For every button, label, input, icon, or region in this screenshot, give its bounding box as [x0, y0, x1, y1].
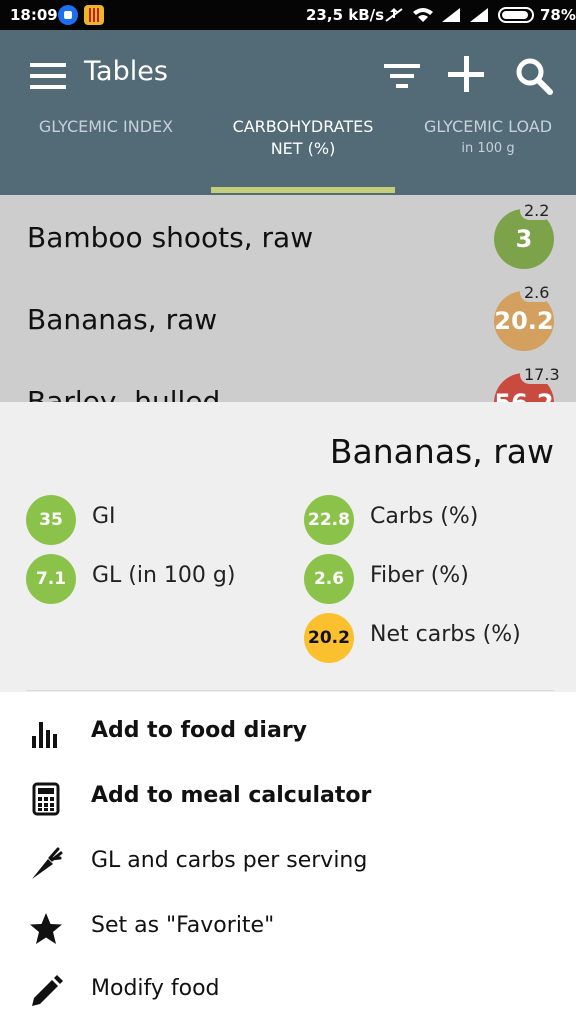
fiber-badge: 2.6: [304, 554, 354, 604]
carrot-icon: [32, 847, 63, 879]
fiber-value: 2.6: [520, 283, 554, 302]
menu-label: Modify food: [91, 976, 220, 1001]
modify-food-item[interactable]: Modify food: [0, 958, 576, 1022]
gi-badge: 35: [26, 495, 76, 545]
wifi-icon: [413, 8, 433, 22]
add-icon[interactable]: [448, 56, 484, 92]
fiber-label: Fiber (%): [370, 563, 469, 588]
tab-carbohydrates-net[interactable]: CARBOHYDRATES NET (%): [211, 116, 395, 160]
food-name: Bananas, raw: [27, 303, 218, 336]
pencil-icon: [32, 975, 63, 1006]
list-item[interactable]: Bamboo shoots, raw 3 2.2: [0, 195, 576, 277]
page-title: Tables: [84, 56, 168, 87]
menu-label: Set as "Favorite": [91, 913, 275, 938]
gl-badge: 7.1: [26, 554, 76, 604]
signal-icon-2: [470, 8, 488, 22]
food-name: Bamboo shoots, raw: [27, 221, 314, 254]
divider: [26, 690, 554, 691]
tab-sublabel: in 100 g: [461, 141, 515, 156]
food-detail-title: Bananas, raw: [329, 432, 554, 471]
menu-label: Add to food diary: [91, 718, 308, 743]
fiber-value: 2.2: [520, 201, 554, 220]
food-detail-sheet: Bananas, raw 35 GI 7.1 GL (in 100 g) 22.…: [0, 402, 576, 692]
menu-label: Add to meal calculator: [91, 783, 372, 808]
network-speed: 23,5 kB/s: [306, 6, 385, 24]
carbs-label: Carbs (%): [370, 504, 479, 529]
list-item[interactable]: Bananas, raw 20.2 2.6: [0, 277, 576, 359]
battery-percent: 78%: [540, 6, 576, 24]
net-carbs-label: Net carbs (%): [370, 622, 521, 647]
status-bar: 18:09 23,5 kB/s 78%: [0, 0, 576, 30]
add-to-food-diary-item[interactable]: Add to food diary: [0, 700, 576, 764]
bar-chart-icon: [32, 722, 57, 748]
hamburger-menu-icon[interactable]: [30, 63, 66, 89]
carbs-badge: 22.8: [304, 495, 354, 545]
gi-label: GI: [92, 504, 116, 529]
notification-app-icon-2: [84, 5, 104, 25]
tab-glycemic-index[interactable]: GLYCEMIC INDEX: [20, 116, 192, 138]
fiber-value: 17.3: [520, 365, 564, 384]
add-to-meal-calculator-item[interactable]: Add to meal calculator: [0, 765, 576, 829]
tab-indicator: [211, 187, 395, 193]
tab-label: GLYCEMIC LOAD: [423, 117, 553, 136]
battery-icon: [498, 7, 534, 23]
list-item[interactable]: Barley, hulled 56.2 17.3: [0, 359, 576, 403]
tab-sublabel: NET (%): [270, 139, 336, 158]
tab-glycemic-load[interactable]: GLYCEMIC LOAD in 100 g: [406, 116, 570, 160]
sync-icon: [385, 8, 403, 22]
food-list: Bamboo shoots, raw 3 2.2 Bananas, raw 20…: [0, 195, 576, 403]
gl-label: GL (in 100 g): [92, 563, 236, 588]
gl-carbs-per-serving-item[interactable]: GL and carbs per serving: [0, 830, 576, 894]
net-carbs-badge: 20.2: [304, 613, 354, 663]
signal-icon: [442, 8, 460, 22]
star-icon: [30, 913, 62, 944]
set-favorite-item[interactable]: Set as "Favorite": [0, 895, 576, 959]
menu-label: GL and carbs per serving: [91, 848, 368, 873]
notification-app-icon: [58, 5, 78, 25]
tab-label: GLYCEMIC INDEX: [38, 117, 174, 136]
calculator-icon: [32, 782, 60, 816]
app-bar: Tables GLYCEMIC INDEX CARBOHYDRATES NET …: [0, 30, 576, 195]
filter-icon[interactable]: [384, 64, 420, 88]
search-icon[interactable]: [514, 56, 554, 96]
tab-label: CARBOHYDRATES: [232, 117, 374, 136]
status-time: 18:09: [10, 6, 58, 24]
food-name: Barley, hulled: [27, 385, 221, 403]
